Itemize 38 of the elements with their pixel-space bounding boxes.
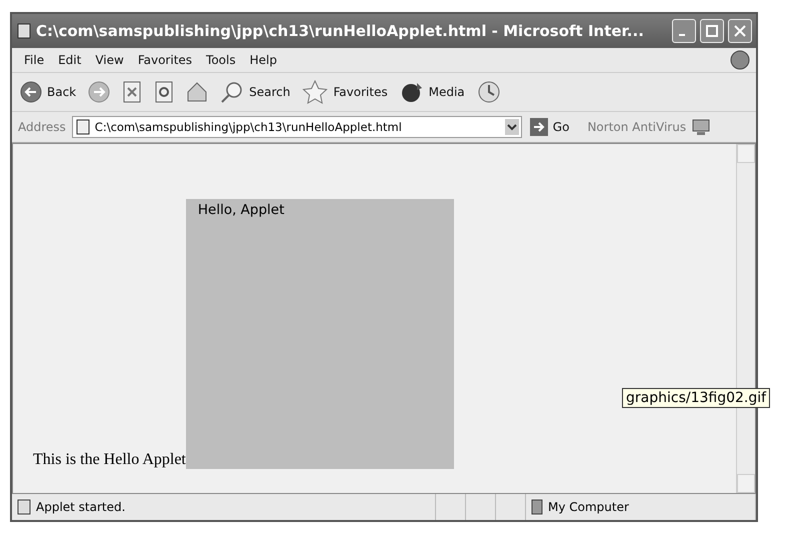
page-icon bbox=[16, 499, 32, 515]
search-button[interactable]: Search bbox=[218, 79, 292, 105]
address-label: Address bbox=[18, 120, 66, 134]
applet-text: Hello, Applet bbox=[198, 202, 284, 218]
menu-item[interactable]: Favorites bbox=[132, 51, 198, 69]
back-button[interactable]: Back bbox=[18, 79, 78, 105]
norton-antivirus-label: Norton AntiVirus bbox=[587, 120, 686, 134]
star-icon bbox=[302, 80, 328, 104]
media-button[interactable]: Media bbox=[398, 79, 467, 105]
address-field[interactable]: C:\com\samspublishing\jpp\ch13\runHelloApplet.html bbox=[72, 116, 522, 138]
refresh-icon bbox=[154, 81, 174, 103]
minimize-icon bbox=[679, 34, 685, 36]
stop-icon bbox=[122, 81, 142, 103]
menu-item[interactable]: View bbox=[89, 51, 130, 69]
house-icon bbox=[186, 81, 208, 103]
status-text: Applet started. bbox=[36, 500, 126, 514]
maximize-icon bbox=[706, 25, 718, 37]
clock-icon bbox=[476, 80, 501, 104]
close-icon bbox=[734, 25, 746, 37]
favorites-button[interactable]: Favorites bbox=[300, 78, 390, 106]
logo-icon bbox=[730, 50, 750, 70]
page-icon bbox=[74, 119, 91, 135]
go-button[interactable]: Go bbox=[528, 116, 572, 138]
menu-item[interactable]: Tools bbox=[200, 51, 242, 69]
zone-text: My Computer bbox=[548, 500, 629, 514]
search-icon bbox=[220, 81, 244, 103]
menu-item[interactable]: Edit bbox=[52, 51, 88, 69]
close-button[interactable] bbox=[728, 19, 752, 43]
tooltip: graphics/13fig02.gif bbox=[622, 388, 770, 408]
page-icon bbox=[16, 23, 32, 39]
dropdown-icon bbox=[504, 119, 519, 135]
minimize-button[interactable] bbox=[672, 19, 696, 43]
forward-button[interactable] bbox=[86, 79, 112, 105]
window-title: C:\com\samspublishing\jpp\ch13\runHelloApplet.html - Microsoft Inter... bbox=[36, 22, 645, 40]
menu-item[interactable]: Help bbox=[244, 51, 283, 69]
maximize-button[interactable] bbox=[700, 19, 724, 43]
menu-item[interactable]: File bbox=[18, 51, 50, 69]
body-text: This is the Hello Applet bbox=[33, 451, 186, 469]
